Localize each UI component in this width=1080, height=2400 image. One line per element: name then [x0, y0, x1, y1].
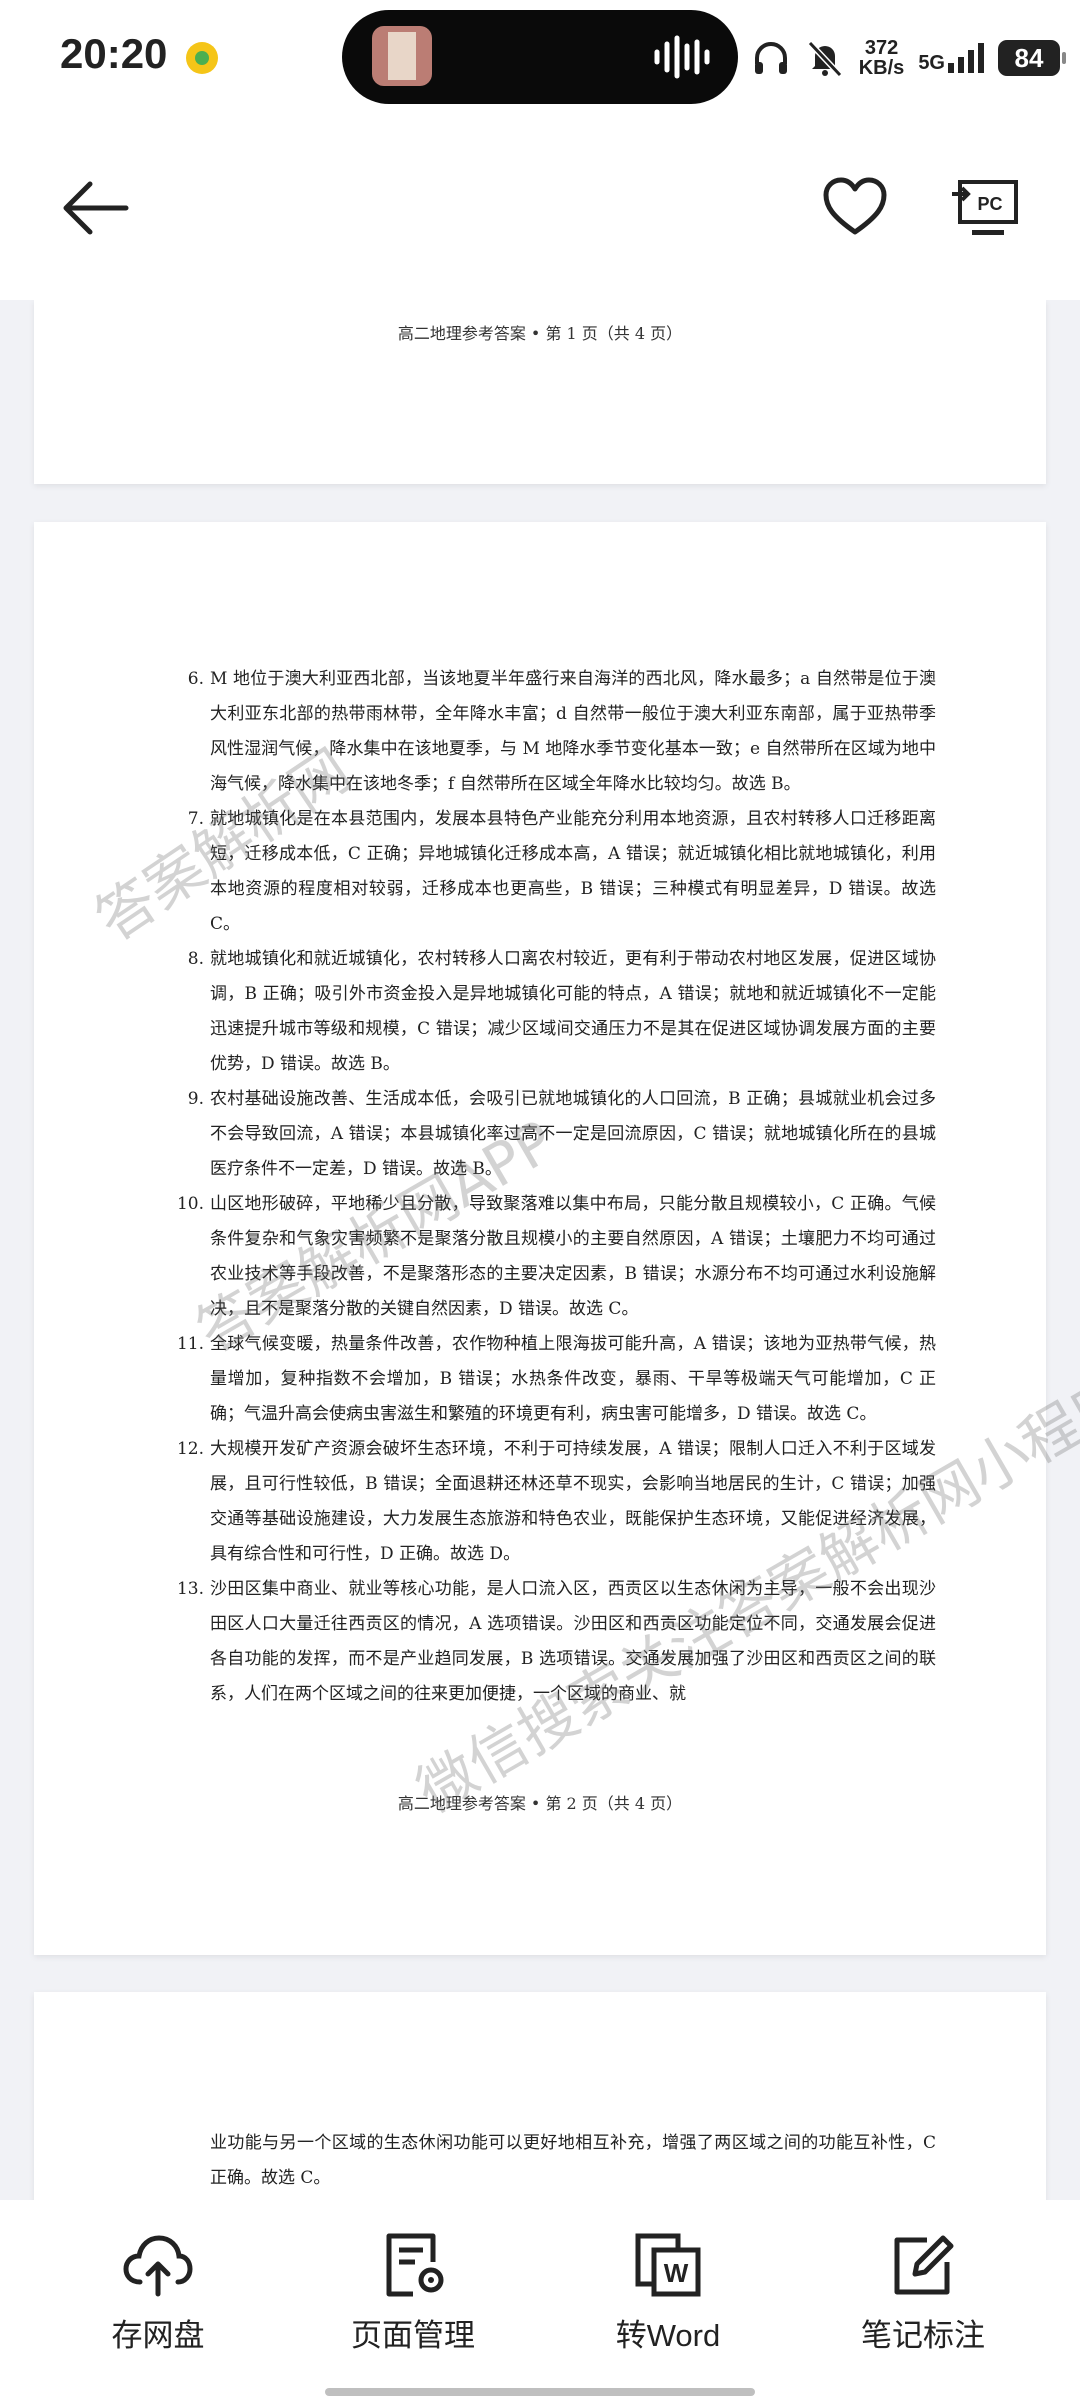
- back-arrow-icon[interactable]: [60, 178, 130, 238]
- answer-list: 业功能与另一个区域的生态休闲功能可以更好地相互补充，增强了两区域之间的功能互补性…: [174, 2126, 936, 2196]
- status-time: 20:20: [60, 30, 168, 77]
- answer-number: 9.: [187, 1089, 204, 1109]
- answer-number: 8.: [187, 949, 204, 969]
- answer-item: 8. 就地城镇化和就近城镇化，农村转移人口离农村较近，更有利于带动农村地区发展，…: [174, 942, 936, 1082]
- mute-bell-icon: [807, 40, 842, 78]
- dynamic-island[interactable]: [342, 10, 738, 104]
- answer-item: 12. 大规模开发矿产资源会破坏生态环境，不利于可持续发展，A 错误；限制人口迁…: [174, 1432, 936, 1572]
- network-speed: 372 KB/s: [858, 37, 905, 79]
- media-thumbnail: [372, 26, 432, 86]
- tool-label: 转Word: [615, 2318, 721, 2353]
- document-page-1: 高二地理参考答案 • 第 1 页（共 4 页）: [34, 300, 1046, 484]
- network-type: 5G: [918, 52, 945, 74]
- favorite-heart-icon[interactable]: [822, 176, 888, 238]
- audio-wave-icon: [654, 35, 710, 79]
- answer-number: 12.: [176, 1439, 204, 1459]
- home-indicator[interactable]: [325, 2388, 755, 2396]
- cloud-upload-icon: [123, 2235, 193, 2297]
- send-to-pc-icon[interactable]: PC: [950, 178, 1020, 240]
- answer-number: 7.: [187, 809, 204, 829]
- answer-item: 6. M 地位于澳大利亚西北部，当该地夏半年盛行来自海洋的西北风，降水最多；a …: [174, 662, 936, 802]
- document-page-3: 业功能与另一个区域的生态休闲功能可以更好地相互补充，增强了两区域之间的功能互补性…: [34, 1992, 1046, 2200]
- answer-text: 就地城镇化和就近城镇化，农村转移人口离农村较近，更有利于带动农村地区发展，促进区…: [210, 949, 936, 1074]
- app-notification-icon: [186, 42, 218, 74]
- answer-text: 沙田区集中商业、就业等核心功能，是人口流入区，西贡区以生态休闲为主导，一般不会出…: [210, 1579, 936, 1704]
- document-viewer[interactable]: 高二地理参考答案 • 第 1 页（共 4 页） 6. M 地位于澳大利亚西北部，…: [0, 300, 1080, 2200]
- answer-text: 农村基础设施改善、生活成本低，会吸引已就地城镇化的人口回流，B 正确；县城就业机…: [210, 1089, 936, 1179]
- status-icons: 372 KB/s 5G 84: [751, 26, 1066, 90]
- answer-item: 9. 农村基础设施改善、生活成本低，会吸引已就地城镇化的人口回流，B 正确；县城…: [174, 1082, 936, 1187]
- svg-text:PC: PC: [977, 194, 1002, 214]
- document-page-2: 6. M 地位于澳大利亚西北部，当该地夏半年盛行来自海洋的西北风，降水最多；a …: [34, 522, 1046, 1955]
- answer-number: 13.: [176, 1579, 204, 1599]
- status-bar: 20:20 372 KB/s 5G 84: [0, 0, 1080, 116]
- page-settings-icon: [386, 2233, 444, 2297]
- edit-note-icon: [894, 2235, 954, 2295]
- page-footer: 高二地理参考答案 • 第 2 页（共 4 页）: [397, 1794, 683, 1813]
- answer-item: 13. 沙田区集中商业、就业等核心功能，是人口流入区，西贡区以生态休闲为主导，一…: [174, 1572, 936, 1712]
- tool-label: 存网盘: [111, 2318, 205, 2353]
- battery-indicator: 84: [998, 40, 1066, 76]
- page-management-button[interactable]: 页面管理: [303, 2232, 523, 2372]
- answer-item: 7. 就地城镇化是在本县范围内，发展本县特色产业能充分利用本地资源，且农村转移人…: [174, 802, 936, 942]
- signal-bars-icon: [948, 43, 984, 73]
- convert-word-button[interactable]: W 转Word: [558, 2232, 778, 2372]
- svg-text:W: W: [664, 2258, 689, 2288]
- answer-number: 6.: [187, 669, 204, 689]
- answer-item: 11. 全球气候变暖，热量条件改善，农作物种植上限海拔可能升高，A 错误；该地为…: [174, 1327, 936, 1432]
- answer-list: 6. M 地位于澳大利亚西北部，当该地夏半年盛行来自海洋的西北风，降水最多；a …: [174, 662, 936, 1712]
- answer-item: 业功能与另一个区域的生态休闲功能可以更好地相互补充，增强了两区域之间的功能互补性…: [174, 2126, 936, 2196]
- answer-text: 大规模开发矿产资源会破坏生态环境，不利于可持续发展，A 错误；限制人口迁入不利于…: [210, 1439, 936, 1564]
- signal-indicator: 5G: [918, 43, 984, 73]
- answer-item: 10. 山区地形破碎，平地稀少且分散，导致聚落难以集中布局，只能分散且规模较小，…: [174, 1187, 936, 1327]
- answer-text: 全球气候变暖，热量条件改善，农作物种植上限海拔可能升高，A 错误；该地为亚热带气…: [210, 1334, 936, 1424]
- answer-number: 11.: [176, 1334, 204, 1354]
- tool-label: 页面管理: [351, 2318, 475, 2353]
- answer-text: 业功能与另一个区域的生态休闲功能可以更好地相互补充，增强了两区域之间的功能互补性…: [210, 2133, 936, 2188]
- app-header: PC: [0, 116, 1080, 300]
- answer-text: 山区地形破碎，平地稀少且分散，导致聚落难以集中布局，只能分散且规模较小，C 正确…: [210, 1194, 936, 1319]
- bottom-toolbar: 存网盘 页面管理 W 转Word 笔记标注: [0, 2200, 1080, 2400]
- headphones-icon: [754, 42, 787, 74]
- answer-number: 10.: [176, 1194, 204, 1214]
- answer-text: 就地城镇化是在本县范围内，发展本县特色产业能充分利用本地资源，且农村转移人口迁移…: [210, 809, 936, 934]
- note-annotation-button[interactable]: 笔记标注: [813, 2232, 1033, 2372]
- word-convert-icon: W: [635, 2233, 701, 2297]
- page-footer: 高二地理参考答案 • 第 1 页（共 4 页）: [397, 324, 683, 343]
- answer-text: M 地位于澳大利亚西北部，当该地夏半年盛行来自海洋的西北风，降水最多；a 自然带…: [210, 669, 936, 794]
- save-to-cloud-button[interactable]: 存网盘: [48, 2232, 268, 2372]
- tool-label: 笔记标注: [861, 2318, 985, 2353]
